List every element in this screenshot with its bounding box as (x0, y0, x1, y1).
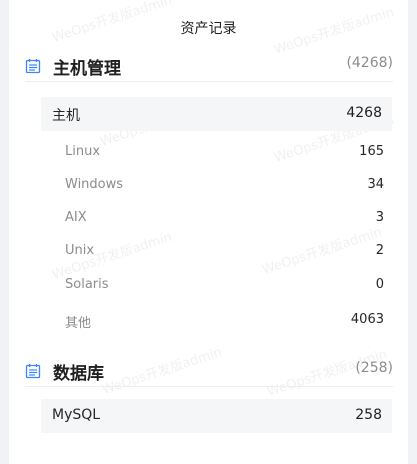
list-item-value: 4063 (350, 312, 384, 327)
list-item-value: 3 (375, 210, 384, 225)
list-item[interactable]: Linux 165 (65, 142, 384, 164)
list-item-value: 2 (375, 243, 384, 258)
list-icon (25, 59, 41, 74)
list-item-label: Linux (65, 144, 101, 159)
section-header-database: 数据库 (258) (25, 356, 393, 387)
section-title: 数据库 (53, 364, 104, 384)
list-item[interactable]: AIX 3 (65, 208, 384, 230)
list-icon (25, 364, 41, 379)
group-row-host[interactable]: 主机 4268 (41, 97, 392, 131)
list-item[interactable]: Unix 2 (65, 241, 384, 263)
group-row-mysql[interactable]: MySQL 258 (41, 399, 392, 433)
list-item[interactable]: 其他 4063 (65, 310, 384, 332)
list-item-label: AIX (65, 210, 87, 225)
group-label: MySQL (52, 407, 101, 423)
list-item[interactable]: Solaris 0 (65, 275, 384, 297)
list-item-value: 34 (367, 177, 384, 192)
list-item-label: Solaris (65, 277, 109, 292)
group-value: 258 (355, 407, 382, 423)
list-item[interactable]: Windows 34 (65, 175, 384, 197)
list-item-label: Unix (65, 243, 95, 258)
group-value: 4268 (346, 105, 382, 121)
list-item-value: 165 (359, 144, 384, 159)
list-item-label: 其他 (65, 316, 92, 331)
section-header-host: 主机管理 (4268) (25, 51, 393, 82)
list-item-label: Windows (65, 177, 124, 192)
group-label: 主机 (52, 108, 80, 124)
section-count: (258) (355, 360, 393, 376)
list-item-value: 0 (375, 277, 384, 292)
section-count: (4268) (346, 55, 393, 71)
panel-title: 资产记录 (180, 21, 237, 37)
asset-record-panel: WeOps开发版admin WeOps开发版admin WeOps开发版admi… (9, 0, 408, 464)
section-title: 主机管理 (53, 59, 121, 79)
